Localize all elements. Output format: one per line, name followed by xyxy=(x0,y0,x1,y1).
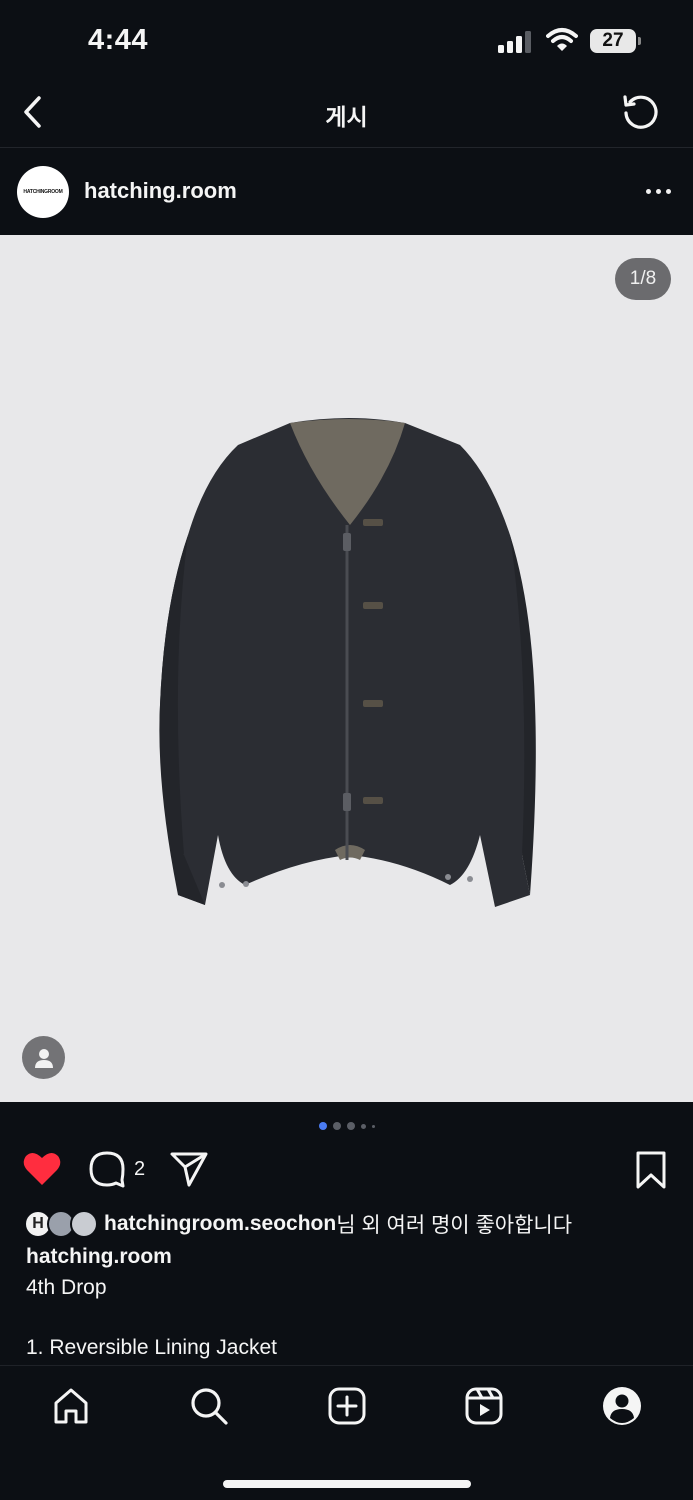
carousel-dot xyxy=(332,1122,341,1130)
carousel-indicator xyxy=(0,1119,693,1133)
status-bar: 4:44 27 xyxy=(0,0,693,80)
caption-username[interactable]: hatching.room xyxy=(26,1245,172,1269)
likes-row: H hatchingroom.seochon 님 외 여러 명이 좋아합니다 xyxy=(24,1208,572,1240)
tab-profile[interactable] xyxy=(600,1384,644,1428)
home-indicator xyxy=(223,1480,471,1488)
caption-text: 1. Reversible Lining Jacket xyxy=(26,1336,277,1359)
avatar[interactable]: HATCHINGROOM xyxy=(17,166,69,218)
search-icon xyxy=(191,1388,228,1425)
more-horizontal-icon xyxy=(645,188,651,194)
refresh-button[interactable] xyxy=(618,90,664,134)
page-counter: 1/8 xyxy=(615,258,671,300)
comment-icon[interactable] xyxy=(88,1150,126,1188)
bookmark-icon[interactable] xyxy=(633,1150,669,1190)
refresh-icon xyxy=(623,95,658,129)
send-icon[interactable] xyxy=(169,1150,209,1188)
likes-username[interactable]: hatchingroom.seochon xyxy=(104,1212,336,1236)
liker-avatar xyxy=(70,1210,98,1238)
home-icon xyxy=(54,1388,88,1424)
tab-reels[interactable] xyxy=(462,1384,506,1428)
comment-count: 2 xyxy=(134,1158,146,1180)
battery-indicator: 27 xyxy=(590,29,642,53)
more-options-button[interactable] xyxy=(638,175,678,207)
cellular-signal-icon xyxy=(498,31,531,53)
carousel-dot xyxy=(371,1124,375,1128)
post-image[interactable]: 1/8 xyxy=(0,235,693,1102)
liker-avatars[interactable]: H xyxy=(24,1209,100,1239)
tab-search[interactable] xyxy=(187,1384,231,1428)
carousel-dot xyxy=(346,1122,355,1130)
create-icon xyxy=(328,1387,366,1425)
page-title: 게시 xyxy=(325,104,368,130)
avatar-logo-text: HATCHINGROOM xyxy=(23,189,63,195)
reels-icon xyxy=(465,1387,503,1425)
caption-text: 4th Drop xyxy=(26,1276,107,1299)
post-header: HATCHINGROOM hatching.room xyxy=(0,149,693,235)
tab-create[interactable] xyxy=(325,1384,369,1428)
jacket-photo xyxy=(159,418,536,907)
tab-home[interactable] xyxy=(49,1384,93,1428)
carousel-dot xyxy=(360,1123,366,1129)
profile-icon xyxy=(603,1387,641,1425)
nav-header: 게시 xyxy=(0,80,693,148)
bottom-tab-bar xyxy=(0,1365,693,1500)
person-icon xyxy=(34,1048,53,1068)
battery-level: 27 xyxy=(602,30,624,51)
post-username[interactable]: hatching.room xyxy=(84,178,237,204)
tagged-users-button[interactable] xyxy=(22,1036,65,1079)
heart-icon[interactable] xyxy=(22,1150,62,1188)
likes-text[interactable]: 님 외 여러 명이 좋아합니다 xyxy=(336,1209,572,1239)
status-time: 4:44 xyxy=(88,24,149,56)
wifi-icon xyxy=(546,28,578,51)
carousel-dot-active xyxy=(318,1122,327,1130)
